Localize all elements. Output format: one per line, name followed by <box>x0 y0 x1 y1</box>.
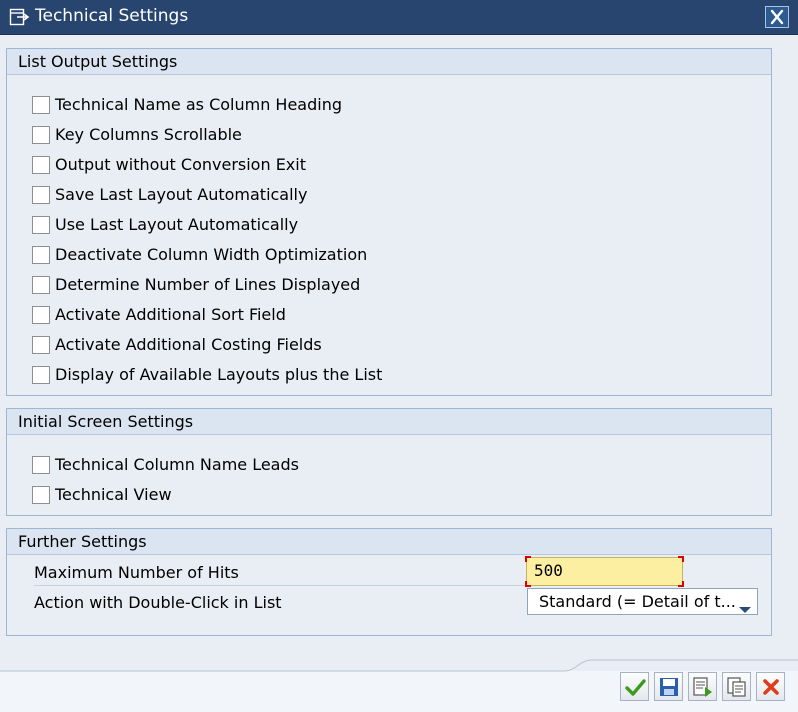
checkbox-label: Save Last Layout Automatically <box>55 185 308 204</box>
initial-screen-settings-group: Initial Screen Settings Technical Column… <box>6 408 772 516</box>
checkbox[interactable] <box>32 486 50 504</box>
dropdown-arrow-icon[interactable] <box>739 599 751 613</box>
divider <box>34 585 528 586</box>
checkbox[interactable] <box>32 156 50 174</box>
group-title: List Output Settings <box>7 49 771 75</box>
checkbox-label: Determine Number of Lines Displayed <box>55 275 361 294</box>
checkbox[interactable] <box>32 216 50 234</box>
checkbox-label: Output without Conversion Exit <box>55 155 306 174</box>
required-corner <box>525 581 531 587</box>
select-value: Standard (= Detail of t... <box>539 592 736 611</box>
dialog-content: List Output Settings Technical Name as C… <box>0 35 798 671</box>
double-click-action-label: Action with Double-Click in List <box>34 593 282 612</box>
checkbox[interactable] <box>32 456 50 474</box>
checkbox[interactable] <box>32 96 50 114</box>
double-click-action-select[interactable]: Standard (= Detail of t... <box>527 588 758 615</box>
checkbox-label: Display of Available Layouts plus the Li… <box>55 365 383 384</box>
checkbox-label: Activate Additional Costing Fields <box>55 335 322 354</box>
close-button[interactable] <box>765 6 789 28</box>
checkbox[interactable] <box>32 246 50 264</box>
cancel-button[interactable] <box>756 672 785 701</box>
required-corner <box>525 556 531 562</box>
save-button[interactable] <box>654 672 683 701</box>
close-icon <box>766 9 788 31</box>
max-hits-label: Maximum Number of Hits <box>34 563 239 582</box>
checkbox[interactable] <box>32 336 50 354</box>
dialog-window: Technical Settings List Output Settings … <box>0 0 798 712</box>
checkbox[interactable] <box>32 276 50 294</box>
checkbox-label: Key Columns Scrollable <box>55 125 242 144</box>
checkbox-label: Technical View <box>55 485 172 504</box>
list-output-settings-group: List Output Settings Technical Name as C… <box>6 48 772 396</box>
checkbox[interactable] <box>32 366 50 384</box>
group-title: Further Settings <box>7 529 771 555</box>
required-corner <box>678 556 684 562</box>
required-corner <box>678 581 684 587</box>
max-hits-value: 500 <box>534 561 563 580</box>
further-settings-group: Further Settings Maximum Number of Hits … <box>6 528 772 636</box>
checkbox-label: Use Last Layout Automatically <box>55 215 299 234</box>
confirm-button[interactable] <box>620 672 649 701</box>
checkbox-label: Technical Column Name Leads <box>55 455 299 474</box>
checkbox-label: Deactivate Column Width Optimization <box>55 245 368 264</box>
title-bar: Technical Settings <box>0 0 798 35</box>
checkbox[interactable] <box>32 126 50 144</box>
checkbox-label: Activate Additional Sort Field <box>55 305 286 324</box>
settings-dialog-icon <box>9 7 31 27</box>
max-hits-input[interactable]: 500 <box>525 556 684 587</box>
checkbox-label: Technical Name as Column Heading <box>55 95 343 114</box>
copy-settings-button[interactable] <box>722 672 751 701</box>
dialog-title: Technical Settings <box>35 6 189 26</box>
checkbox[interactable] <box>32 306 50 324</box>
group-title: Initial Screen Settings <box>7 409 771 435</box>
save-as-button[interactable] <box>688 672 717 701</box>
checkbox[interactable] <box>32 186 50 204</box>
